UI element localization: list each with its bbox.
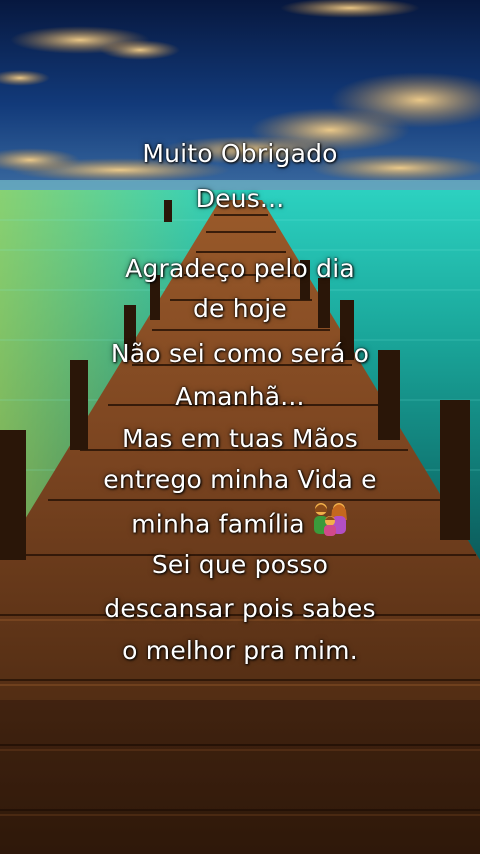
- wallpaper-image: Muito Obrigado Deus... Agradeço pelo dia…: [0, 0, 480, 854]
- quote-line-7: minha família: [0, 503, 480, 543]
- quote-line-7-text: minha família: [131, 509, 305, 539]
- quote-line-2: de hoje: [192, 294, 288, 323]
- quote-line-3: Não sei como será o: [110, 339, 370, 368]
- title-line-2: Deus...: [195, 184, 285, 213]
- family-icon: [311, 502, 349, 543]
- quote-line-10: o melhor pra mim.: [122, 636, 358, 665]
- quote-line-1: Agradeço pelo dia: [125, 254, 355, 283]
- quote-text: Muito Obrigado Deus... Agradeço pelo dia…: [0, 0, 480, 854]
- quote-line-9: descansar pois sabes: [104, 594, 376, 623]
- title-line-1: Muito Obrigado: [142, 139, 338, 168]
- quote-line-5: Mas em tuas Mãos: [122, 424, 358, 453]
- quote-line-6: entrego minha Vida e: [103, 465, 377, 494]
- quote-line-4: Amanhã...: [175, 382, 305, 411]
- quote-line-8: Sei que posso: [151, 550, 329, 579]
